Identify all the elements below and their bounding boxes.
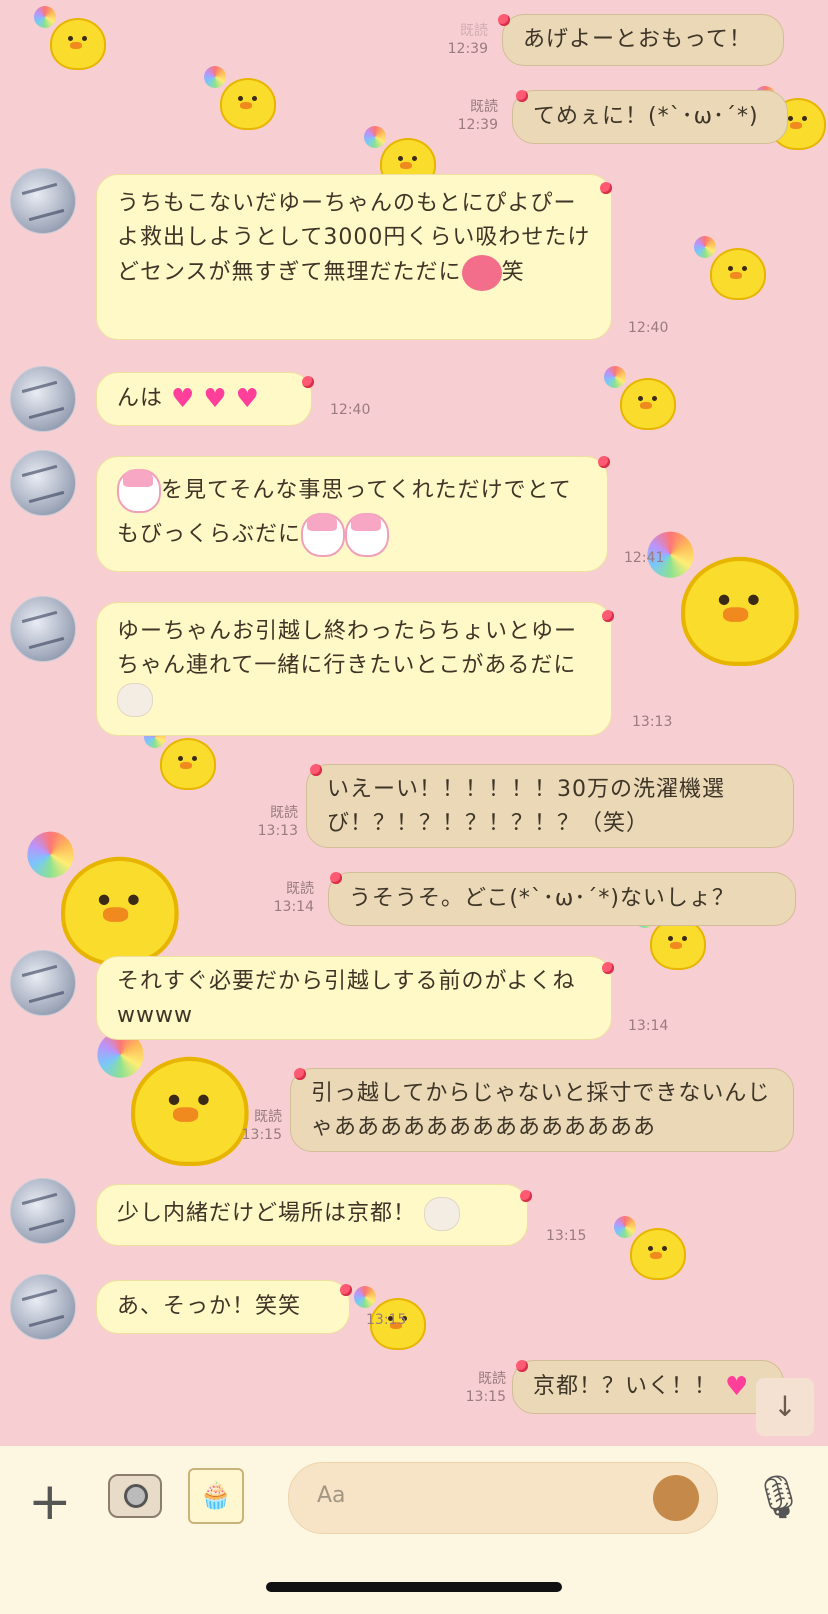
message-bubble-incoming[interactable]: それすぐ必要だから引越しする前のがよくねwwww	[96, 956, 612, 1040]
message-bubble-outgoing[interactable]: いえーい！！！！！！30万の洗濯機選び！？！？！？！？！？（笑）	[306, 764, 794, 848]
cat-sticker-icon	[117, 683, 153, 717]
chick-decoration	[204, 66, 280, 132]
message-bubble-incoming[interactable]: 少し内緒だけど場所は京都！	[96, 1184, 528, 1246]
message-text-suffix: 笑	[501, 260, 525, 285]
message-text: ゆーちゃんお引越し終わったらちょいとゆーちゃん連れて一緒に行きたいとこがあるだに	[117, 619, 578, 678]
heart-icon: ♥	[203, 384, 228, 414]
message-bubble-incoming[interactable]: を見てそんな事思ってくれただけでとてもびっくらぶだに	[96, 456, 608, 572]
message-time: 13:15	[546, 1228, 587, 1244]
message-text: あ、そっか！笑笑	[117, 1294, 302, 1319]
home-indicator	[266, 1582, 562, 1592]
message-text: てめぇに！(*`･ω･´*)	[533, 104, 759, 129]
cherry-icon	[602, 962, 614, 974]
heart-icon: ♥	[171, 384, 196, 414]
cherry-icon	[520, 1190, 532, 1202]
message-meta: 既読 13:15	[241, 1109, 282, 1143]
chick-decoration	[27, 831, 187, 970]
message-bubble-incoming[interactable]: あ、そっか！笑笑	[96, 1280, 350, 1334]
message-bubble-incoming[interactable]: うちもこないだゆーちゃんのもとにぴよぴーよ救出しようとして3000円くらい吸わせ…	[96, 174, 612, 340]
message-text: 京都！？いく！！	[533, 1374, 718, 1399]
message-text: いえーい！！！！！！30万の洗濯機選び！？！？！？！？！？（笑）	[327, 777, 725, 836]
message-bubble-outgoing[interactable]: 引っ越してからじゃないと採寸できないんじゃああああああああああああああ	[290, 1068, 794, 1152]
chick-decoration	[694, 236, 770, 302]
message-bubble-outgoing[interactable]: うそうそ。どこ(*`･ω･´*)ないしょ？	[328, 872, 796, 926]
avatar[interactable]	[10, 596, 76, 662]
cherry-icon	[598, 456, 610, 468]
cherry-icon	[302, 376, 314, 388]
melody-sticker-icon	[345, 513, 390, 557]
cherry-icon	[516, 1360, 528, 1372]
heart-icon: ♥	[725, 1372, 750, 1402]
message-input[interactable]: Aa	[288, 1462, 718, 1534]
message-text: んは	[117, 386, 164, 411]
cherry-icon	[498, 14, 510, 26]
scroll-to-bottom-button[interactable]: ↓	[756, 1378, 814, 1436]
message-bubble-outgoing[interactable]: 京都！？いく！！ ♥	[512, 1360, 784, 1414]
message-bubble-outgoing[interactable]: あげよーとおもって！	[502, 14, 784, 66]
chick-decoration	[144, 726, 220, 792]
chick-decoration	[614, 1216, 690, 1282]
hand-sticker-icon	[461, 255, 502, 291]
message-text: あげよーとおもって！	[523, 27, 752, 52]
message-time: 13:15	[366, 1312, 407, 1328]
avatar[interactable]	[10, 366, 76, 432]
cat-sticker-icon	[424, 1197, 461, 1231]
cherry-icon	[516, 90, 528, 102]
emoji-bear-icon[interactable]	[653, 1475, 699, 1521]
plus-icon[interactable]: +	[28, 1476, 72, 1528]
avatar[interactable]	[10, 950, 76, 1016]
message-bubble-incoming[interactable]: ゆーちゃんお引越し終わったらちょいとゆーちゃん連れて一緒に行きたいとこがあるだに	[96, 602, 612, 736]
message-text: 引っ越してからじゃないと採寸できないんじゃああああああああああああああ	[311, 1081, 771, 1140]
microphone-icon[interactable]: 🎙	[752, 1472, 805, 1522]
heart-icon: ♥	[235, 384, 260, 414]
chick-decoration	[604, 366, 680, 432]
message-meta: 既読 12:39	[457, 99, 498, 133]
arrow-down-icon: ↓	[773, 1390, 797, 1423]
message-time: 12:40	[330, 402, 371, 418]
avatar[interactable]	[10, 1274, 76, 1340]
message-time: 12:41	[624, 550, 665, 566]
sticker-icon[interactable]: 🧁	[188, 1468, 244, 1524]
message-meta: 既読 13:15	[465, 1371, 506, 1405]
message-text: 少し内緒だけど場所は京都！	[117, 1201, 417, 1226]
avatar[interactable]	[10, 450, 76, 516]
cherry-icon	[310, 764, 322, 776]
message-time: 12:40	[628, 320, 669, 336]
chick-decoration	[34, 6, 110, 72]
chick-decoration	[97, 1031, 257, 1170]
message-text: それすぐ必要だから引越しする前のがよくねwwww	[117, 969, 576, 1028]
melody-sticker-icon	[117, 469, 161, 513]
cherry-icon	[330, 872, 342, 884]
message-meta: 既読 12:39	[447, 23, 488, 57]
message-time: 13:14	[628, 1018, 669, 1034]
avatar[interactable]	[10, 168, 76, 234]
cherry-icon	[294, 1068, 306, 1080]
cherry-icon	[600, 182, 612, 194]
message-time: 13:13	[632, 714, 673, 730]
message-meta: 既読 13:13	[257, 805, 298, 839]
message-meta: 既読 13:14	[273, 881, 314, 915]
message-text: うそうそ。どこ(*`･ω･´*)ないしょ？	[349, 886, 735, 911]
chick-decoration	[647, 531, 807, 670]
cherry-icon	[340, 1284, 352, 1296]
camera-icon[interactable]	[108, 1474, 162, 1518]
input-placeholder: Aa	[317, 1483, 346, 1508]
message-bubble-incoming[interactable]: んは ♥ ♥ ♥	[96, 372, 312, 426]
cherry-icon	[602, 610, 614, 622]
message-bubble-outgoing[interactable]: てめぇに！(*`･ω･´*)	[512, 90, 788, 144]
avatar[interactable]	[10, 1178, 76, 1244]
melody-sticker-icon	[301, 513, 346, 557]
